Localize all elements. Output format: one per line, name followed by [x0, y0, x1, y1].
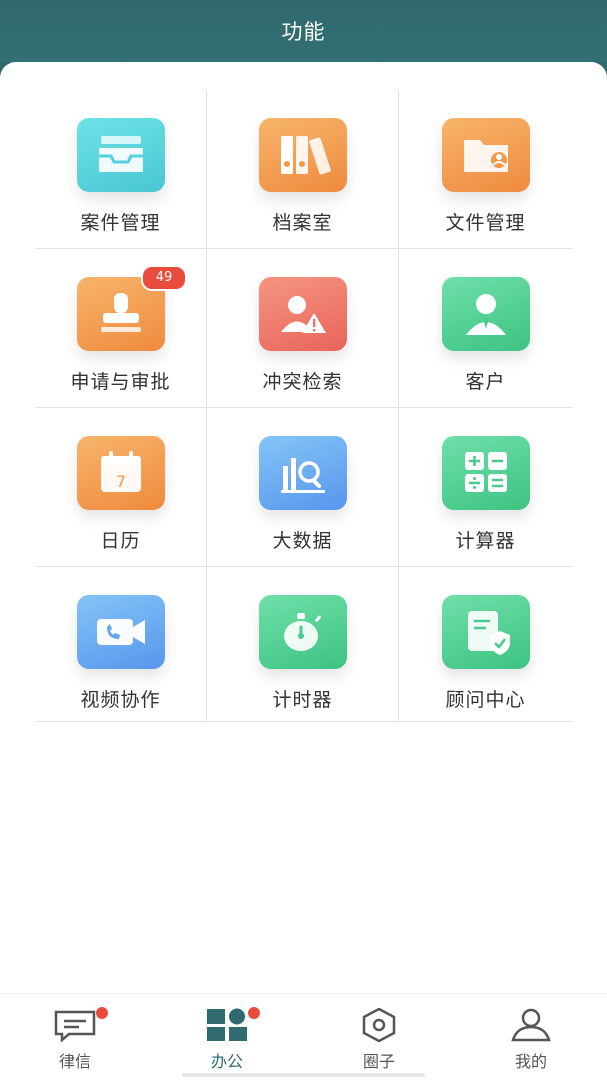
grid-item-label: 申请与审批 [70, 371, 171, 393]
grid-item-archive-room[interactable]: 档案室 [207, 90, 399, 249]
video-call-icon [76, 595, 165, 669]
grid-item-label: 顾问中心 [445, 689, 526, 711]
chat-icon [54, 1010, 96, 1042]
grid-item-case-management[interactable]: 案件管理 [35, 90, 207, 249]
grid-item-label: 案件管理 [80, 212, 161, 234]
inbox-tray-icon [76, 118, 165, 192]
grid-item-label: 文件管理 [445, 212, 526, 234]
tab-label: 圈子 [362, 1052, 395, 1071]
office-grid-icon [207, 1008, 247, 1041]
grid-item-label: 计算器 [455, 530, 516, 552]
chart-search-icon [258, 436, 347, 510]
shield-document-icon [441, 595, 530, 669]
tab-mine[interactable]: 我的 [471, 994, 591, 1081]
tab-office[interactable]: 办公 [167, 994, 287, 1081]
grid-item-video-collaboration[interactable]: 视频协作 [35, 567, 207, 722]
grid-item-timer[interactable]: 计时器 [207, 567, 399, 722]
calendar-icon: 7 [76, 436, 165, 510]
tab-label: 我的 [514, 1052, 547, 1071]
user-warning-icon [258, 277, 347, 351]
function-panel: 案件管理 档案室 文件管理 49 申请与审批 冲突检索 客户 7 日历 大数据 … [0, 62, 607, 1080]
grid-item-label: 档案室 [272, 212, 333, 234]
grid-item-label: 大数据 [272, 530, 333, 552]
grid-item-label: 视频协作 [80, 689, 161, 711]
stopwatch-icon [258, 595, 347, 669]
grid-item-application-approval[interactable]: 49 申请与审批 [35, 249, 207, 408]
grid-item-label: 冲突检索 [262, 371, 343, 393]
binders-icon [258, 118, 347, 192]
function-grid: 案件管理 档案室 文件管理 49 申请与审批 冲突检索 客户 7 日历 大数据 … [35, 90, 572, 722]
home-indicator [182, 1073, 425, 1077]
folder-user-icon [441, 118, 530, 192]
grid-item-label: 日历 [100, 530, 141, 552]
unread-dot [248, 1007, 260, 1019]
unread-dot [96, 1007, 108, 1019]
client-icon [441, 277, 530, 351]
page-title: 功能 [0, 0, 607, 62]
grid-item-file-management[interactable]: 文件管理 [399, 90, 572, 249]
calculator-icon [441, 436, 530, 510]
grid-item-label: 计时器 [272, 689, 333, 711]
notification-badge: 49 [141, 265, 187, 291]
grid-item-calculator[interactable]: 计算器 [399, 408, 572, 567]
tab-label: 律信 [58, 1052, 91, 1071]
grid-item-advisor-center[interactable]: 顾问中心 [399, 567, 572, 722]
profile-icon [511, 1008, 551, 1042]
grid-item-conflict-search[interactable]: 冲突检索 [207, 249, 399, 408]
calendar-day-number: 7 [115, 472, 125, 491]
grid-item-label: 客户 [465, 371, 506, 393]
hexagon-icon [362, 1008, 396, 1042]
tab-label: 办公 [210, 1052, 243, 1071]
grid-item-calendar[interactable]: 7 日历 [35, 408, 207, 567]
grid-item-big-data[interactable]: 大数据 [207, 408, 399, 567]
grid-item-client[interactable]: 客户 [399, 249, 572, 408]
tab-lvxin[interactable]: 律信 [15, 994, 135, 1081]
bottom-tab-bar: 律信 办公 圈子 我的 [0, 993, 607, 1081]
tab-circle[interactable]: 圈子 [319, 994, 439, 1081]
